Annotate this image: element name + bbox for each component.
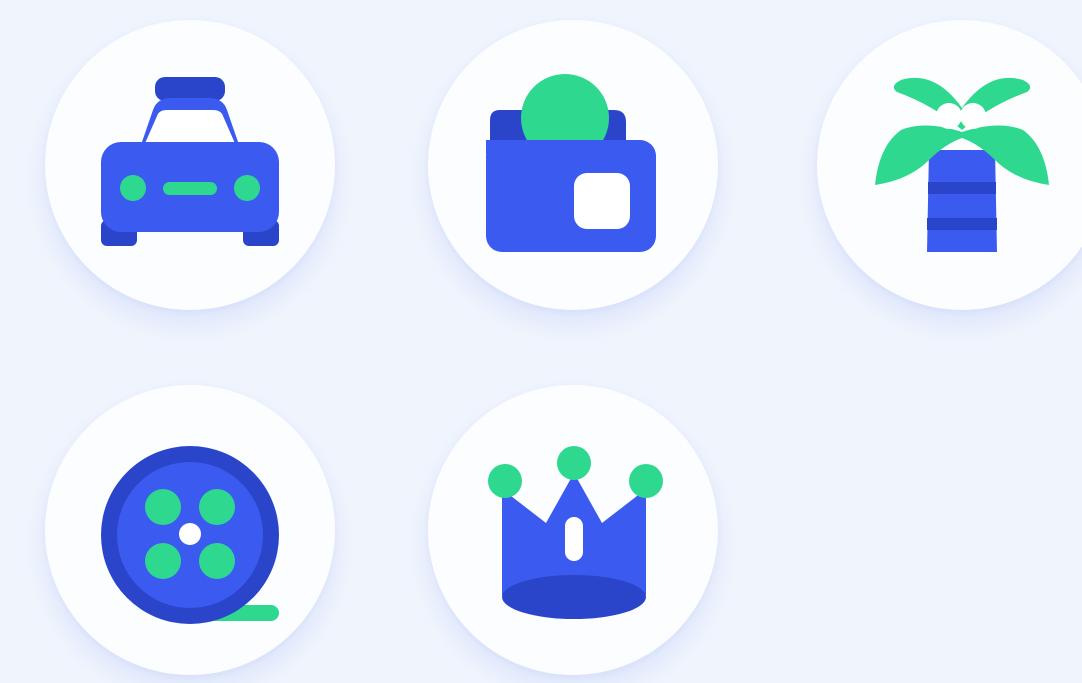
taxi-tile[interactable]	[45, 20, 335, 310]
wallet-tile[interactable]	[428, 20, 718, 310]
crown-tile[interactable]	[428, 385, 718, 675]
film-reel-tile[interactable]	[45, 385, 335, 675]
palm-tree-tile[interactable]	[817, 20, 1082, 310]
film-reel-icon	[101, 446, 279, 624]
crown-icon	[488, 446, 663, 619]
palm-tree-icon	[875, 77, 1049, 252]
wallet-icon	[486, 74, 656, 252]
taxi-icon	[101, 77, 279, 246]
